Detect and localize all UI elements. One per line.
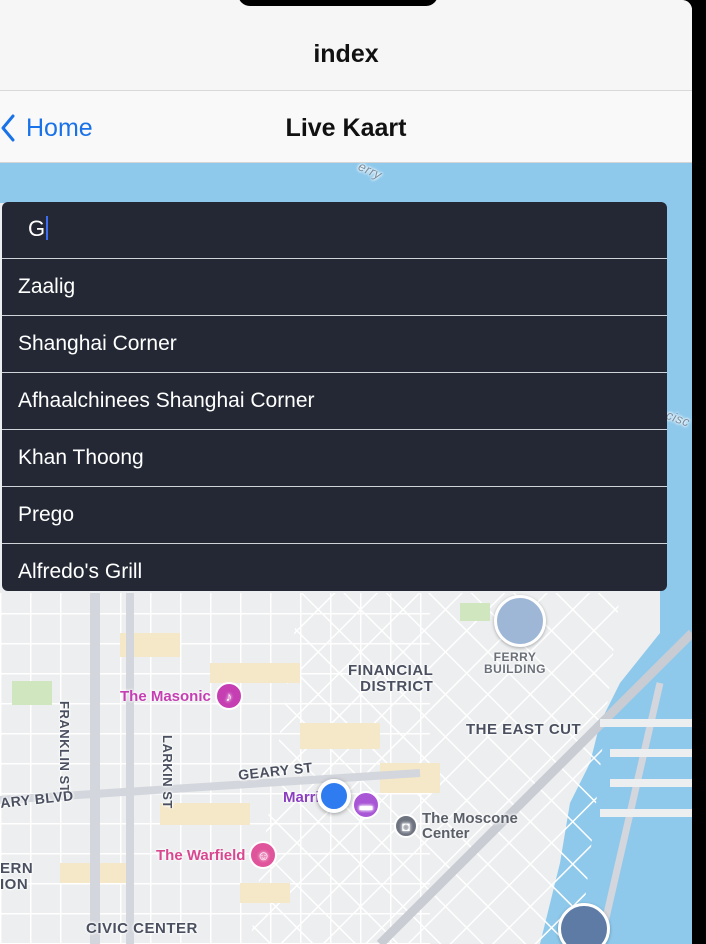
poi-hotel[interactable]: ▬	[352, 791, 380, 819]
convention-center-icon: ◘	[394, 814, 418, 838]
poi-moscone-center[interactable]: ◘ The Moscone Center	[394, 811, 518, 841]
map-label-western-addition: ERN ION	[0, 860, 34, 893]
map-label-franklin-st: FRANKLIN ST	[57, 701, 72, 794]
poi-label: The Masonic	[120, 687, 211, 705]
poi-label: The Warfield	[156, 846, 246, 864]
text-caret	[46, 216, 49, 240]
map-label-financial-district: FINANCIAL DISTRICT	[348, 662, 434, 695]
search-input-value: G	[28, 216, 46, 241]
map-label-ferry-building: FERRY BUILDING	[484, 650, 546, 676]
poi-the-warfield[interactable]: The Warfield ☺	[156, 841, 278, 869]
map-label-east-cut: THE EAST CUT	[466, 721, 582, 738]
tab-title: index	[313, 40, 379, 68]
theater-mask-icon: ☺	[249, 841, 278, 869]
phone-screen: index Home Live Kaart erry cisc FINANCIA…	[0, 0, 692, 944]
bed-icon: ▬	[352, 791, 380, 819]
ferry-building-icon[interactable]	[494, 595, 546, 647]
suggestion-item[interactable]: Shanghai Corner	[2, 315, 667, 372]
search-field[interactable]: G	[2, 202, 667, 258]
poi-the-masonic[interactable]: The Masonic ♪	[120, 682, 243, 710]
map-label-larkin-st: LARKIN ST	[160, 735, 175, 809]
poi-label: The Moscone Center	[422, 810, 518, 842]
user-location-icon	[317, 779, 351, 813]
navigation-bar: Home Live Kaart	[0, 91, 692, 163]
poi-label: Marri	[283, 789, 320, 806]
search-input[interactable]: G	[2, 202, 667, 258]
browser-tab-bar: index	[0, 0, 692, 91]
suggestion-item[interactable]: Alfredo's Grill	[2, 543, 667, 600]
suggestion-item[interactable]: Prego	[2, 486, 667, 543]
map-label-civic-center: CIVIC CENTER	[86, 920, 198, 937]
suggestion-item[interactable]: Afhaalchinees Shanghai Corner	[2, 372, 667, 429]
device-notch	[238, 0, 438, 6]
poi-marriott[interactable]: Marri	[283, 789, 320, 806]
suggestion-item[interactable]: Zaalig	[2, 258, 667, 315]
music-note-icon: ♪	[214, 682, 243, 710]
suggestion-item[interactable]: Khan Thoong	[2, 429, 667, 486]
search-autocomplete: G Zaalig Shanghai Corner Afhaalchinees S…	[2, 202, 667, 591]
page-title: Live Kaart	[285, 114, 407, 142]
